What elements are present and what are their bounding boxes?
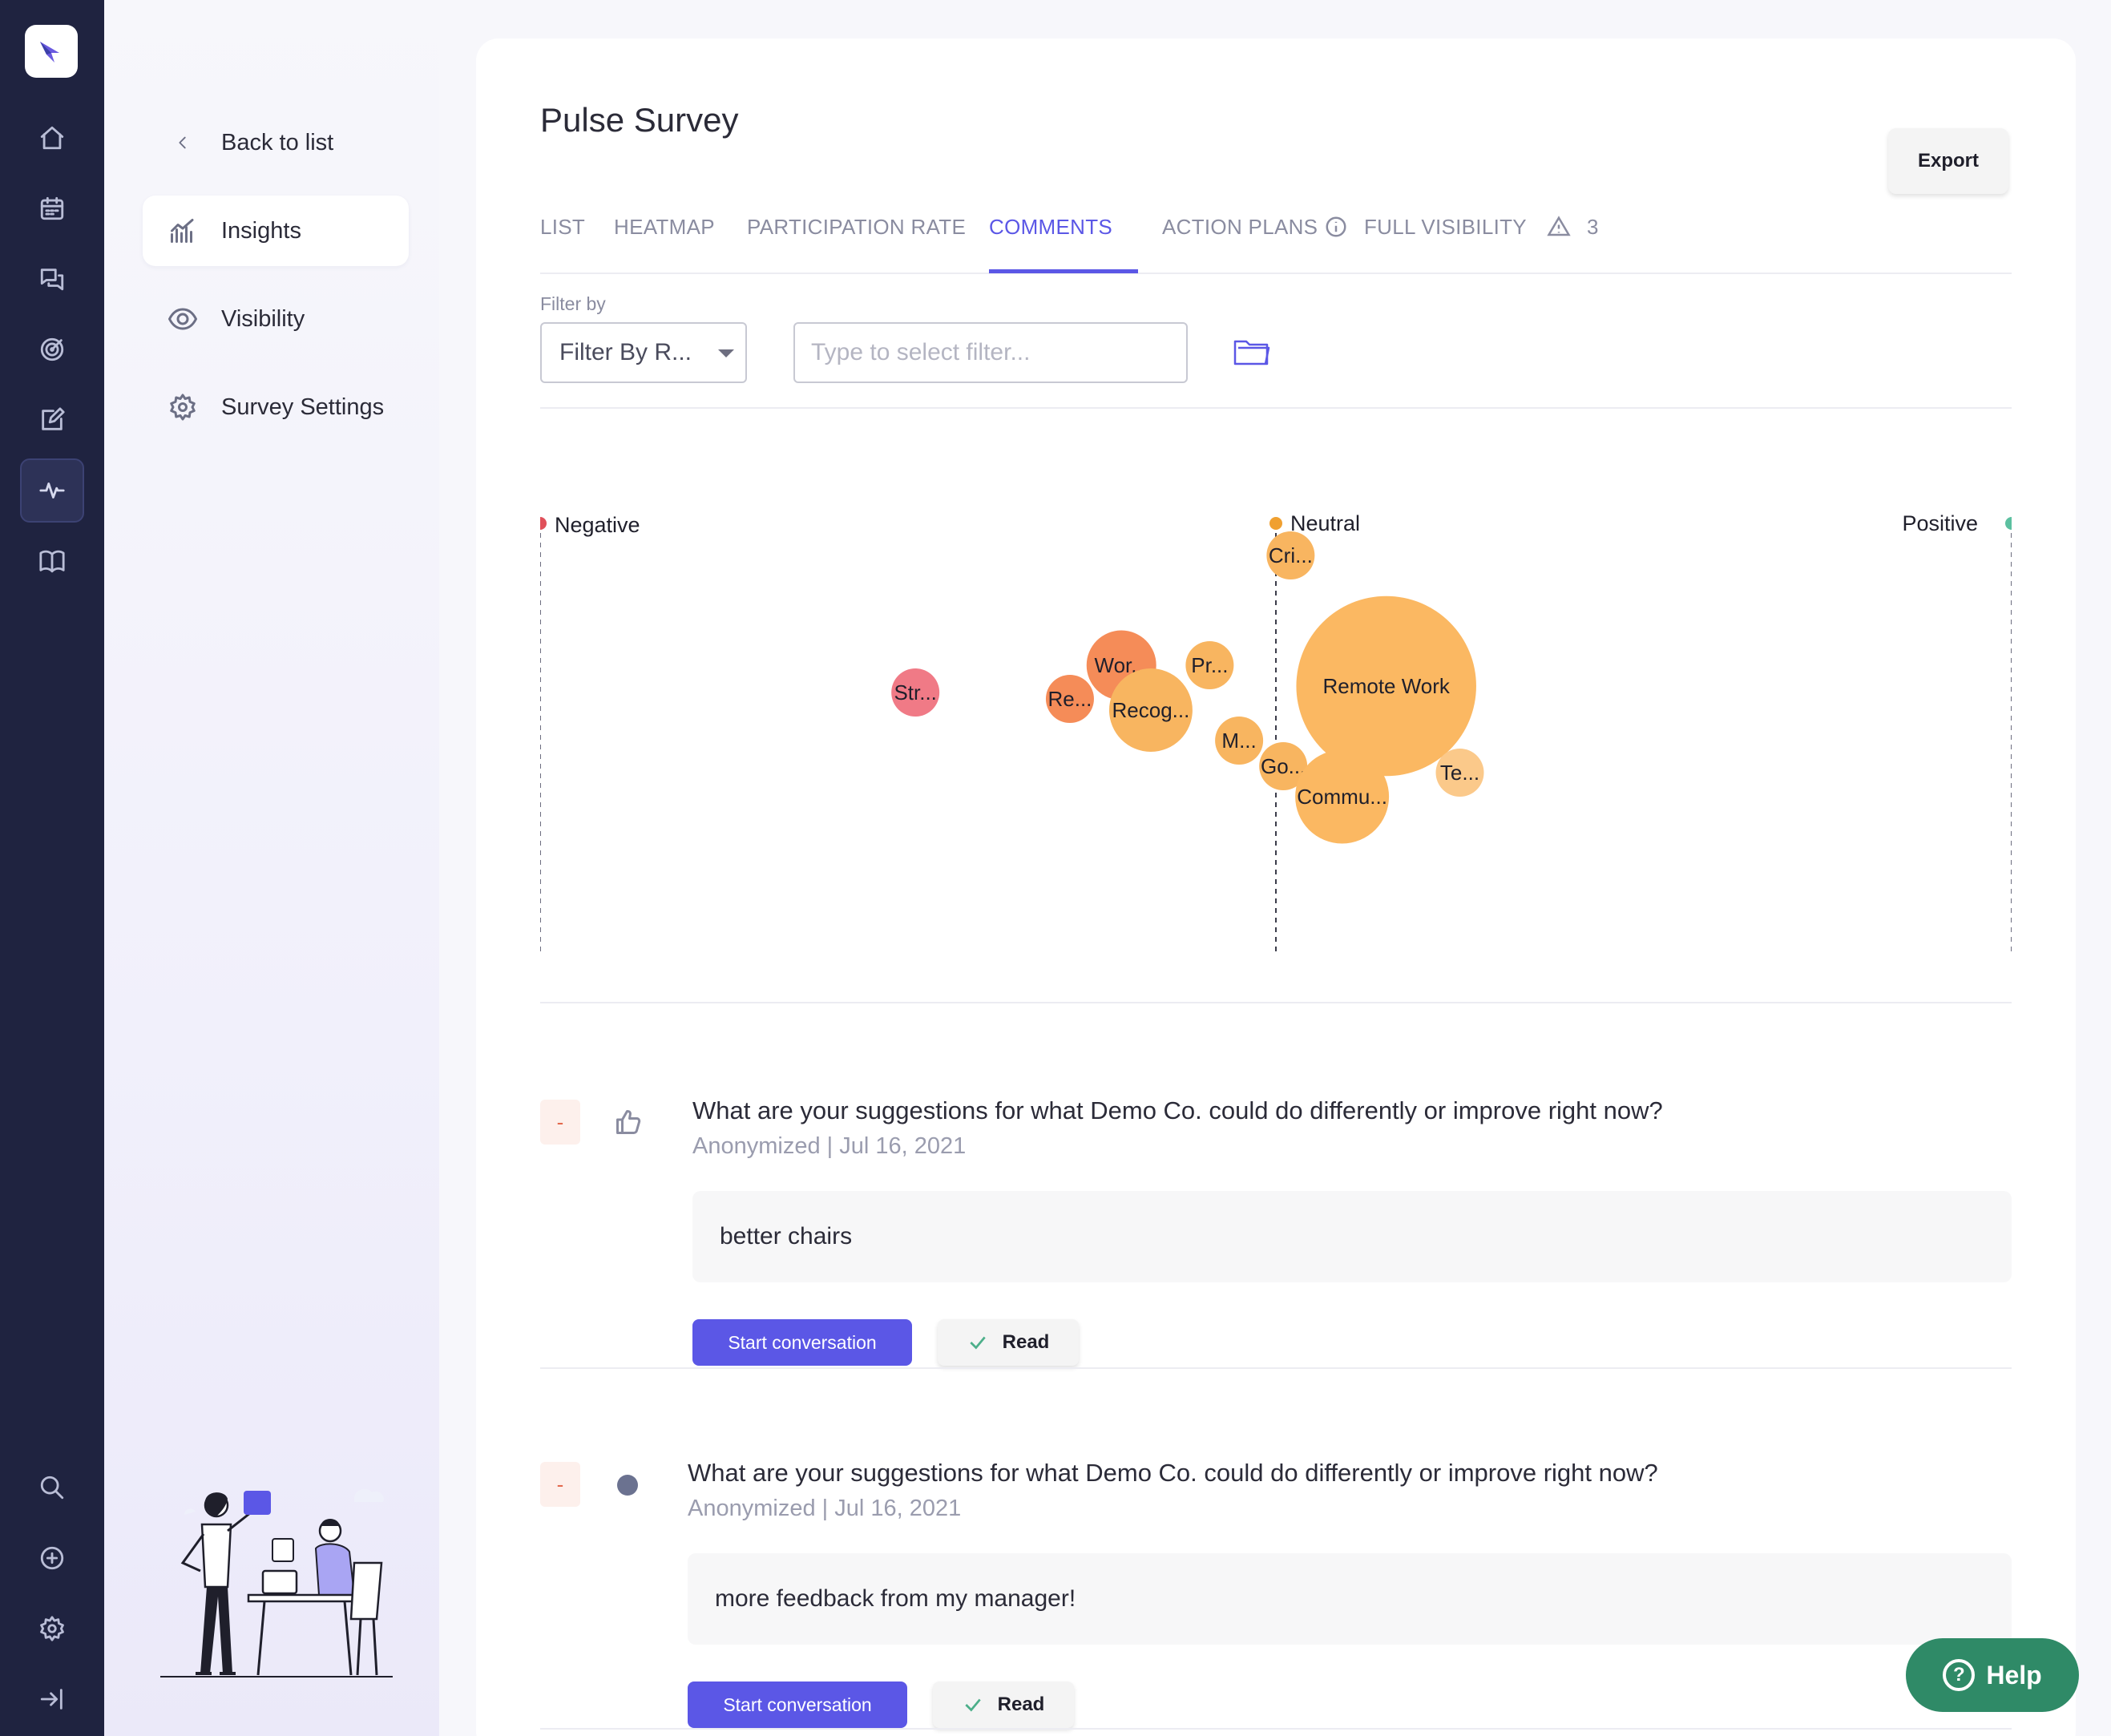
chat-icon[interactable] (20, 247, 84, 311)
tab-action-plans[interactable]: ACTION PLANS (1162, 215, 1318, 240)
back-to-list-link[interactable]: Back to list (143, 107, 409, 178)
comment-answer: better chairs (692, 1191, 2012, 1282)
collapse-sidebar-icon[interactable] (20, 1667, 84, 1731)
bubble-label: M... (1221, 729, 1256, 753)
divider (540, 1367, 2012, 1369)
back-to-list-label: Back to list (221, 129, 334, 155)
neutral-dot (1269, 517, 1282, 530)
book-icon[interactable] (20, 529, 84, 593)
check-icon (965, 1698, 981, 1712)
comment-question: What are your suggestions for what Demo … (692, 1096, 1663, 1124)
eye-icon (167, 303, 199, 335)
comment-card: - What are your suggestions for what Dem… (540, 1401, 2012, 1736)
sidebar-item-visibility[interactable]: Visibility (143, 284, 409, 354)
bubble-label: Commu... (1297, 785, 1387, 809)
warning-icon (1547, 215, 1572, 240)
positive-dot (2005, 517, 2012, 530)
tab-list[interactable]: LIST (540, 215, 585, 240)
info-icon (1324, 215, 1350, 240)
mark-read-button[interactable]: Read (938, 1319, 1079, 1366)
divider (540, 1728, 2012, 1730)
add-circle-icon[interactable] (20, 1526, 84, 1590)
bubbles-group: Cri...Remote WorkPr...Wor...Str... Re... R… (891, 531, 1484, 844)
sentiment-bubble-chart: Negative Neutral Positive Cri... Remote W… (540, 487, 2012, 968)
sidebar-item-insights[interactable]: Insights (143, 196, 409, 266)
caret-down-icon (718, 349, 734, 357)
tab-warnings-count[interactable]: 3 (1587, 215, 1599, 240)
chevron-left-icon (167, 127, 199, 159)
teamwork-illustration (160, 1488, 393, 1677)
pulse-icon[interactable] (20, 458, 84, 523)
sentiment-badge: - (540, 1462, 580, 1507)
filter-label: Filter by (540, 293, 606, 314)
filter-select[interactable]: Filter By R... (540, 322, 747, 383)
tab-bar: LIST HEATMAP PARTICIPATION RATE COMMENTS… (540, 175, 2012, 274)
bubble-label: Pr... (1191, 653, 1228, 677)
neutral-label: Neutral (1290, 511, 1360, 535)
bar-chart-icon (167, 215, 199, 247)
bubble-label: Remote Work (1322, 674, 1450, 698)
divider (540, 407, 2012, 409)
bubble-label: Go... (1261, 754, 1306, 778)
sidebar-item-label: Visibility (221, 305, 305, 332)
read-label: Read (1002, 1331, 1050, 1353)
thumbs-up-icon[interactable] (614, 1108, 644, 1138)
filter-search-input[interactable] (793, 322, 1188, 383)
comment-answer: more feedback from my manager! (688, 1553, 2012, 1645)
tab-participation-rate[interactable]: PARTICIPATION RATE (747, 215, 966, 240)
tab-full-visibility[interactable]: FULL VISIBILITY (1364, 215, 1527, 240)
sidebar-item-label: Insights (221, 217, 301, 244)
positive-label: Positive (1902, 511, 1978, 535)
start-conversation-button[interactable]: Start conversation (692, 1319, 912, 1366)
search-icon[interactable] (20, 1455, 84, 1520)
bubble-chart-svg: Negative Neutral Positive Cri... Remote W… (540, 511, 2012, 956)
question-mark-icon: ? (1943, 1659, 1976, 1691)
comment-card: - What are your suggestions for what Dem… (540, 1039, 2012, 1375)
sentiment-badge: - (540, 1100, 580, 1145)
tab-heatmap[interactable]: HEATMAP (614, 215, 715, 240)
bird-logo-icon (40, 42, 59, 63)
comment-question: What are your suggestions for what Demo … (688, 1459, 1658, 1487)
gear-icon[interactable] (20, 1597, 84, 1661)
help-label: Help (1986, 1660, 2042, 1690)
bubble-label: Recog... (1112, 698, 1190, 722)
bubble-label: Str... (894, 680, 936, 704)
comment-answer-text: more feedback from my manager! (715, 1585, 1076, 1612)
read-label: Read (997, 1694, 1045, 1715)
unread-dot-icon (617, 1475, 638, 1496)
edit-icon[interactable] (20, 388, 84, 452)
gear-icon (167, 391, 199, 423)
comment-answer-text: better chairs (720, 1223, 853, 1250)
survey-sidebar: Back to list Insights Visibility Survey … (104, 0, 439, 1736)
sidebar-item-label: Survey Settings (221, 394, 385, 420)
help-button[interactable]: ? Help (1906, 1638, 2079, 1712)
filter-select-value: Filter By R... (559, 339, 692, 365)
tab-comments[interactable]: COMMENTS (989, 215, 1112, 240)
negative-label: Negative (555, 513, 640, 537)
target-icon[interactable] (20, 317, 84, 382)
app-rail (0, 0, 104, 1736)
home-icon[interactable] (20, 106, 84, 170)
app-logo[interactable] (25, 25, 78, 78)
bubble-label: Re... (1047, 687, 1092, 711)
comment-meta: Anonymized | Jul 16, 2021 (688, 1496, 962, 1521)
sidebar-item-survey-settings[interactable]: Survey Settings (143, 372, 409, 442)
divider (540, 1002, 2012, 1003)
check-icon (970, 1336, 986, 1350)
calendar-icon[interactable] (20, 176, 84, 240)
mark-read-button[interactable]: Read (933, 1681, 1074, 1728)
negative-dot (540, 517, 547, 530)
comment-meta: Anonymized | Jul 16, 2021 (692, 1133, 967, 1159)
bubble-label: Cri... (1269, 543, 1313, 567)
start-conversation-button[interactable]: Start conversation (688, 1681, 907, 1728)
page-title: Pulse Survey (540, 101, 739, 139)
folder-icon[interactable] (1231, 330, 1273, 372)
active-tab-indicator (989, 269, 1138, 273)
main-card: Pulse Survey Export LIST HEATMAP PARTICI… (476, 38, 2076, 1736)
bubble-label: Te... (1440, 761, 1479, 785)
